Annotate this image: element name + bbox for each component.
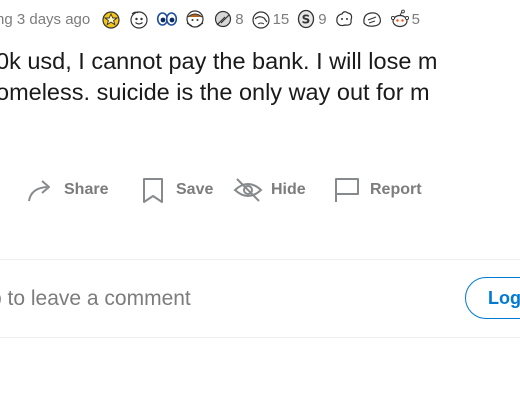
award-count: 5 — [411, 10, 420, 28]
divider — [0, 337, 520, 338]
award-count: 15 — [272, 10, 290, 28]
report-button[interactable]: Report — [332, 175, 422, 205]
silver-award-icon[interactable]: 8 — [212, 8, 244, 30]
login-button[interactable]: Log In — [465, 277, 520, 319]
post-timestamp[interactable]: ng 3 days ago — [0, 11, 90, 28]
divider — [0, 259, 520, 260]
share-label: Share — [64, 181, 109, 198]
eye-off-icon — [233, 178, 263, 202]
gold-medal-icon[interactable] — [100, 8, 122, 30]
report-label: Report — [370, 181, 422, 198]
post-meta: ng 3 days ago 8 15 S 9 5 — [0, 8, 426, 30]
snoo-icon[interactable]: 5 — [389, 8, 420, 30]
wholesome-face-icon[interactable] — [128, 8, 150, 30]
splash-icon[interactable] — [333, 8, 355, 30]
share-arrow-icon — [28, 180, 50, 202]
eyes-icon[interactable] — [156, 8, 178, 30]
coin-icon[interactable]: S 9 — [295, 8, 327, 30]
post-view: ng 3 days ago 8 15 S 9 5 0k usd, I canno… — [0, 0, 520, 400]
hide-button[interactable]: Hide — [233, 175, 306, 205]
hide-label: Hide — [271, 181, 306, 198]
bookmark-icon — [143, 178, 163, 203]
flag-icon — [335, 178, 359, 202]
hugz-icon[interactable] — [184, 8, 206, 30]
save-label: Save — [176, 181, 214, 198]
save-button[interactable]: Save — [138, 175, 213, 205]
comment-prompt: p to leave a comment — [0, 287, 191, 310]
share-button[interactable]: Share — [26, 175, 108, 205]
post-body-line: 0k usd, I cannot pay the bank. I will lo… — [0, 48, 438, 74]
post-body: 0k usd, I cannot pay the bank. I will lo… — [0, 46, 438, 108]
post-body-line: omeless. suicide is the only way out for… — [0, 79, 430, 105]
award-count: 9 — [318, 10, 327, 28]
facepalm-icon[interactable]: 15 — [250, 8, 290, 30]
heart-hands-icon[interactable] — [361, 8, 383, 30]
award-count: 8 — [235, 10, 244, 28]
svg-text:S: S — [302, 13, 311, 27]
